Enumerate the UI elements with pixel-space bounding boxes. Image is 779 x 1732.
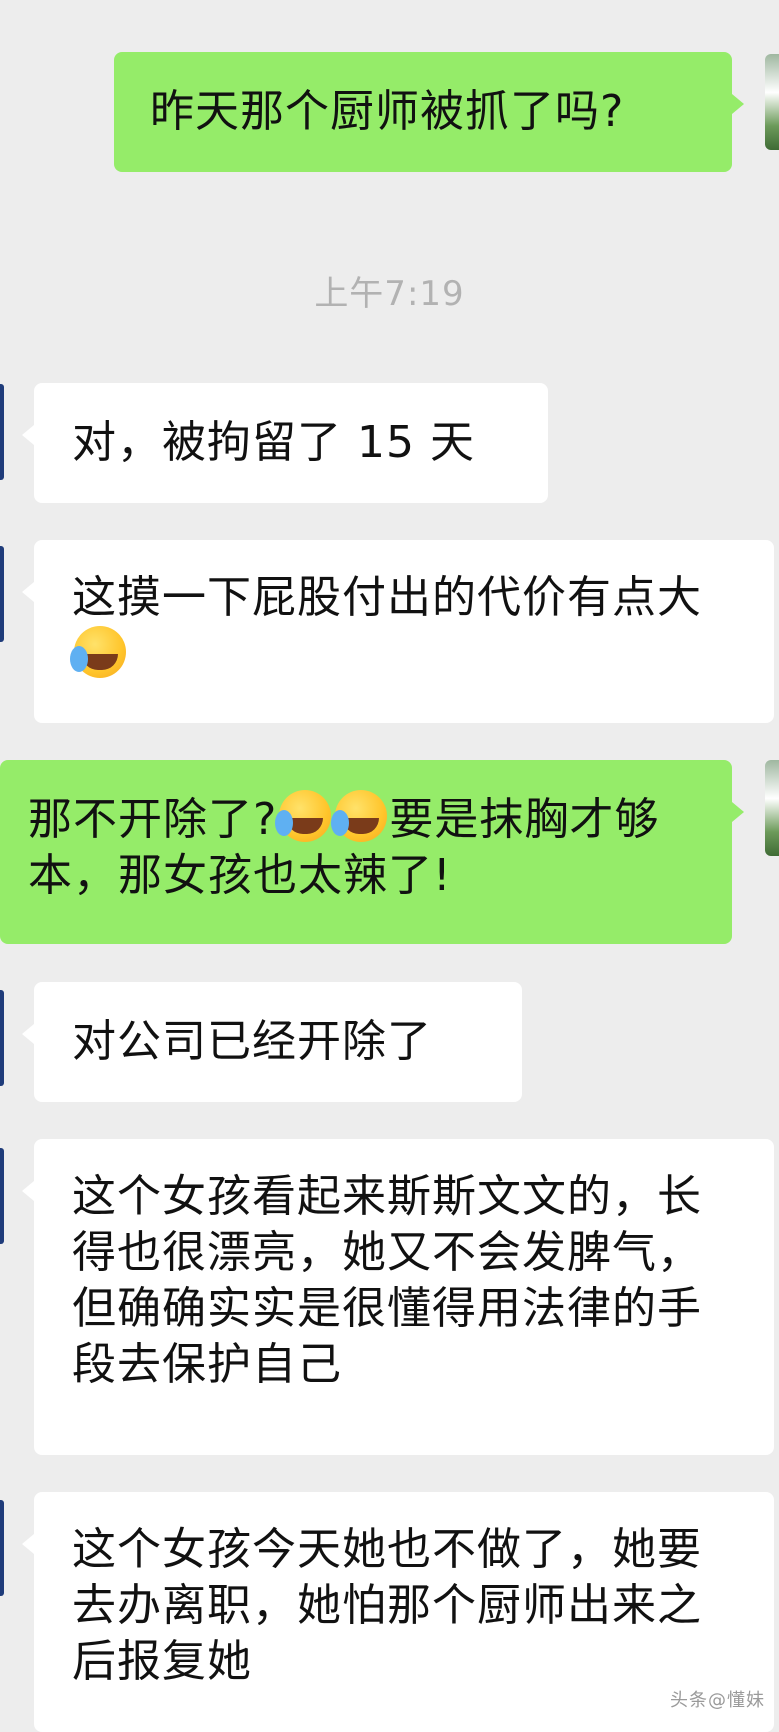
face-with-tears-of-joy-emoji <box>331 790 388 842</box>
message-bubble-incoming[interactable]: 这个女孩今天她也不做了，她要去办离职，她怕那个厨师出来之后报复她 <box>22 1492 774 1732</box>
contact-avatar[interactable] <box>0 990 4 1086</box>
message-text: 这摸一下屁股付出的代价有点大 <box>72 572 702 623</box>
face-with-tears-of-joy-emoji <box>70 626 126 678</box>
message-bubble-incoming[interactable]: 这个女孩看起来斯斯文文的，长得也很漂亮，她又不会发脾气，但确确实实是很懂得用法律… <box>22 1139 774 1455</box>
message-text: 对公司已经开除了 <box>72 1016 432 1067</box>
chat-area[interactable]: 昨天那个厨师被抓了吗? 上午7:19 对，被拘留了 15 天 这摸一下屁股付出的… <box>0 0 779 1732</box>
message-bubble-outgoing[interactable]: 昨天那个厨师被抓了吗? <box>114 52 744 172</box>
contact-avatar[interactable] <box>0 1148 4 1244</box>
message-text-part1: 那不开除了? <box>28 794 278 845</box>
face-with-tears-of-joy-emoji <box>275 790 332 842</box>
message-bubble-incoming[interactable]: 这摸一下屁股付出的代价有点大 <box>22 540 774 723</box>
message-bubble-incoming[interactable]: 对公司已经开除了 <box>22 982 522 1102</box>
message-timestamp: 上午7:19 <box>314 274 465 314</box>
message-bubble-incoming[interactable]: 对，被拘留了 15 天 <box>22 383 548 503</box>
my-avatar[interactable] <box>765 54 779 150</box>
contact-avatar[interactable] <box>0 546 4 642</box>
message-bubble-outgoing[interactable]: 那不开除了? 要是抹胸才够本，那女孩也太辣了! <box>0 760 744 944</box>
message-text: 对，被拘留了 15 天 <box>72 417 475 468</box>
contact-avatar[interactable] <box>0 1500 4 1596</box>
watermark: 头条@懂妹 <box>670 1690 765 1711</box>
message-text: 昨天那个厨师被抓了吗? <box>150 86 625 137</box>
message-text: 这个女孩看起来斯斯文文的，长得也很漂亮，她又不会发脾气，但确确实实是很懂得用法律… <box>72 1171 702 1390</box>
my-avatar[interactable] <box>765 760 779 856</box>
contact-avatar[interactable] <box>0 384 4 480</box>
message-text: 这个女孩今天她也不做了，她要去办离职，她怕那个厨师出来之后报复她 <box>72 1524 702 1687</box>
